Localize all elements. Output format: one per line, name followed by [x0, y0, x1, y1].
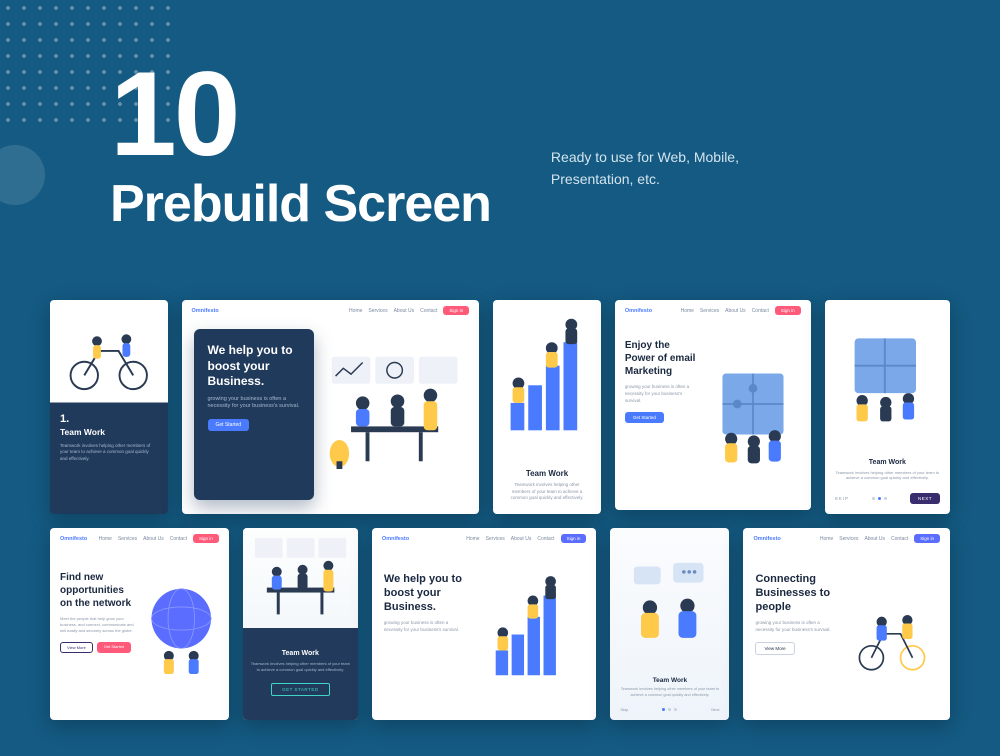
skip-button[interactable]: Skip: [620, 707, 628, 712]
nav-link[interactable]: Home: [349, 308, 362, 314]
cards-grid: 1. Team Work Teamwork involves helping o…: [50, 300, 950, 720]
sign-in-button[interactable]: Sign in: [775, 306, 801, 315]
illustration-growth: [493, 300, 601, 461]
nav-link[interactable]: Services: [486, 536, 505, 542]
get-started-button[interactable]: Get Started: [97, 642, 131, 653]
pagination-dots: [662, 708, 677, 711]
nav-link[interactable]: Contact: [537, 536, 554, 542]
sign-in-button[interactable]: Sign in: [561, 534, 587, 543]
get-started-button[interactable]: Get Started: [208, 419, 250, 431]
decorative-dots: [0, 0, 180, 130]
view-more-button[interactable]: View More: [755, 642, 794, 655]
nav-link[interactable]: Home: [820, 536, 833, 542]
nav-link[interactable]: Services: [368, 308, 387, 314]
next-button[interactable]: Next: [711, 707, 719, 712]
card3-body: Teamwork involves helping other members …: [505, 482, 589, 502]
illustration-chat: [610, 528, 729, 677]
card8-body: growing your business is often a necessi…: [384, 620, 468, 634]
nav-link[interactable]: Services: [700, 308, 719, 314]
get-started-button[interactable]: GET STARTED: [271, 683, 330, 696]
card1-title: Team Work: [60, 427, 158, 437]
skip-button[interactable]: SKIP: [835, 496, 849, 501]
card5-body: Teamwork involves helping other members …: [835, 470, 940, 481]
card10-title: Connecting Businesses to people: [755, 573, 835, 614]
card2-title: We help you to boost your Business.: [208, 343, 300, 390]
next-button[interactable]: NEXT: [910, 493, 940, 504]
card-nav: Omnifesto Home Services About Us Contact…: [615, 300, 811, 321]
row-1: 1. Team Work Teamwork involves helping o…: [50, 300, 950, 514]
card6-body: Meet the people that help grow your busi…: [60, 616, 136, 634]
pagination-dots: [872, 497, 887, 500]
logo: Omnifesto: [625, 308, 652, 314]
sign-in-button[interactable]: Sign in: [914, 534, 940, 543]
card4-body: growing your business is often a necessi…: [625, 384, 699, 404]
card7-body: Teamwork involves helping other members …: [251, 661, 350, 673]
logo: Omnifesto: [753, 536, 780, 542]
card8-title: We help you to boost your Business.: [384, 573, 468, 614]
illustration-puzzle-small: [825, 300, 950, 459]
nav-link[interactable]: About Us: [511, 536, 532, 542]
screen-card-7: Team Work Teamwork involves helping othe…: [243, 528, 358, 720]
screen-card-8: Omnifesto Home Services About Us Contact…: [372, 528, 596, 720]
row-2: Omnifesto Home Services About Us Contact…: [50, 528, 950, 720]
get-started-button[interactable]: Get Started: [625, 412, 664, 423]
screen-card-2: Omnifesto Home Services About Us Contact…: [182, 300, 480, 514]
nav-link[interactable]: About Us: [725, 308, 746, 314]
card6-title: Find new opportunities on the network: [60, 571, 136, 610]
card10-body: growing your business is often a necessi…: [755, 620, 835, 634]
screen-card-10: Omnifesto Home Services About Us Contact…: [743, 528, 950, 720]
nav-link[interactable]: Home: [681, 308, 694, 314]
sign-in-button[interactable]: Sign in: [443, 306, 469, 315]
nav-link[interactable]: Contact: [891, 536, 908, 542]
card-nav: Omnifesto Home Services About Us Contact…: [50, 528, 229, 549]
illustration-cycling: [50, 300, 168, 403]
nav-link[interactable]: Services: [839, 536, 858, 542]
illustration-growth-2: [478, 555, 584, 706]
card-nav: Omnifesto Home Services About Us Contact…: [182, 300, 480, 321]
nav-link[interactable]: About Us: [143, 536, 164, 542]
nav-link[interactable]: Contact: [420, 308, 437, 314]
card9-body: Teamwork involves helping other members …: [620, 687, 719, 698]
illustration-meeting-small: [243, 528, 358, 628]
logo: Omnifesto: [382, 536, 409, 542]
view-more-button[interactable]: View More: [60, 642, 93, 653]
card2-body: growing your business is often a necessi…: [208, 396, 300, 411]
feature-box: We help you to boost your Business. grow…: [194, 329, 314, 500]
card-nav: Omnifesto Home Services About Us Contact…: [743, 528, 950, 549]
card1-number: 1.: [60, 413, 158, 425]
nav-link[interactable]: Services: [118, 536, 137, 542]
nav-link[interactable]: Contact: [752, 308, 769, 314]
illustration-meeting: [322, 329, 467, 500]
card9-title: Team Work: [620, 677, 719, 684]
card-nav: Omnifesto Home Services About Us Contact…: [372, 528, 596, 549]
screen-card-6: Omnifesto Home Services About Us Contact…: [50, 528, 229, 720]
hero-subtitle: Ready to use for Web, Mobile, Presentati…: [551, 60, 811, 191]
sign-in-button[interactable]: Sign in: [193, 534, 219, 543]
card7-title: Team Work: [251, 650, 350, 657]
logo: Omnifesto: [60, 536, 87, 542]
screen-card-9: Team Work Teamwork involves helping othe…: [610, 528, 729, 720]
card3-title: Team Work: [505, 469, 589, 478]
illustration-globe: [144, 553, 219, 708]
nav-link[interactable]: Contact: [170, 536, 187, 542]
card4-title: Enjoy the Power of email Marketing: [625, 339, 699, 378]
screen-card-5: Team Work Teamwork involves helping othe…: [825, 300, 950, 514]
illustration-cycling-2: [844, 555, 938, 706]
screen-card-1: 1. Team Work Teamwork involves helping o…: [50, 300, 168, 514]
hero-title: Prebuild Screen: [110, 174, 491, 234]
nav-link[interactable]: Home: [99, 536, 112, 542]
nav-link[interactable]: About Us: [864, 536, 885, 542]
nav-link[interactable]: About Us: [394, 308, 415, 314]
illustration-puzzle: [705, 325, 801, 500]
card1-body: Teamwork involves helping other members …: [60, 443, 158, 463]
card5-title: Team Work: [835, 459, 940, 466]
logo: Omnifesto: [192, 308, 219, 314]
nav-link[interactable]: Home: [466, 536, 479, 542]
screen-card-3: Team Work Teamwork involves helping othe…: [493, 300, 601, 514]
screen-card-4: Omnifesto Home Services About Us Contact…: [615, 300, 811, 510]
